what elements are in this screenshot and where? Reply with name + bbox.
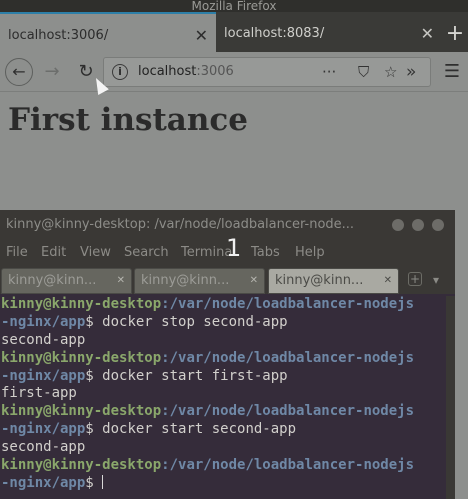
command-text: docker stop second-app <box>93 313 288 330</box>
terminal-tab-1[interactable]: kinny@kinn... ✕ <box>1 268 132 294</box>
forward-arrow-icon[interactable]: → <box>38 58 66 86</box>
page-heading: First instance <box>8 102 248 138</box>
text-cursor <box>102 474 104 489</box>
menu-file[interactable]: File <box>6 240 28 266</box>
browser-tab-localhost-8083[interactable]: localhost:8083/ ✕ <box>216 12 442 52</box>
menu-tabs[interactable]: Tabs <box>251 240 280 266</box>
add-tab-icon[interactable]: + <box>408 272 422 286</box>
browser-title-bar: Mozilla Firefox <box>0 0 468 12</box>
url-text[interactable]: localhost:3006 <box>138 58 234 86</box>
prompt-line: -nginx/app$ docker stop second-app <box>1 313 288 330</box>
overflow-chevron-icon[interactable]: » <box>406 58 416 86</box>
terminal-scrollbar[interactable] <box>446 296 455 499</box>
minimize-icon[interactable] <box>392 219 404 231</box>
browser-navigation-bar: ← → ↻ i localhost:3006 ··· ⛉ ☆ » ☰ <box>0 52 468 92</box>
close-window-icon[interactable] <box>432 219 444 231</box>
menu-view[interactable]: View <box>80 240 111 266</box>
bookmark-star-icon[interactable]: ☆ <box>384 58 397 86</box>
close-icon[interactable]: ✕ <box>250 269 258 293</box>
prompt-line: kinny@kinny-desktop:/var/node/loadbalanc… <box>1 403 415 420</box>
prompt-line: -nginx/app$ docker start first-app <box>1 367 288 384</box>
command-text: docker start first-app <box>93 367 288 384</box>
url-bar[interactable]: i localhost:3006 ··· ⛉ ☆ » <box>103 57 431 87</box>
close-icon[interactable]: ✕ <box>117 269 125 293</box>
command-text: docker start second-app <box>93 421 297 438</box>
output-line: first-app <box>1 385 77 402</box>
browser-tab-strip: localhost:3006/ ✕ localhost:8083/ ✕ <box>0 12 468 52</box>
page-actions-icon[interactable]: ··· <box>322 58 336 86</box>
prompt-line: kinny@kinny-desktop:/var/node/loadbalanc… <box>1 296 415 312</box>
menu-search[interactable]: Search <box>124 240 169 266</box>
prompt-line: -nginx/app$ docker start second-app <box>1 421 297 438</box>
close-icon[interactable]: ✕ <box>421 12 434 56</box>
terminal-output[interactable]: kinny@kinny-desktop:/var/node/loadbalanc… <box>0 296 440 499</box>
workspace-number: 1 <box>226 234 242 262</box>
output-line: second-app <box>1 331 86 348</box>
browser-window-title: Mozilla Firefox <box>191 0 277 12</box>
new-tab-button[interactable]: + <box>442 12 468 52</box>
prompt-line: kinny@kinny-desktop:/var/node/loadbalanc… <box>1 349 415 366</box>
output-line: second-app <box>1 439 86 456</box>
terminal-window: kinny@kinny-desktop: /var/node/loadbalan… <box>0 210 455 499</box>
browser-tab-label: localhost:8083/ <box>224 26 325 41</box>
back-arrow-icon[interactable]: ← <box>5 58 33 86</box>
terminal-tab-strip: kinny@kinn... ✕ kinny@kinn... ✕ kinny@ki… <box>0 266 455 294</box>
pocket-icon[interactable]: ⛉ <box>358 58 369 86</box>
terminal-tab-2[interactable]: kinny@kinn... ✕ <box>134 268 265 294</box>
menu-help[interactable]: Help <box>295 240 325 266</box>
terminal-title: kinny@kinny-desktop: /var/node/loadbalan… <box>6 217 355 232</box>
maximize-icon[interactable] <box>412 219 424 231</box>
terminal-tab-3[interactable]: kinny@kinn... ✕ <box>268 268 399 294</box>
browser-tab-localhost-3006[interactable]: localhost:3006/ ✕ <box>0 12 216 52</box>
active-prompt-line[interactable]: -nginx/app$ <box>1 474 440 493</box>
hamburger-menu-icon[interactable]: ☰ <box>440 58 464 86</box>
prompt-line: kinny@kinny-desktop:/var/node/loadbalanc… <box>1 457 415 474</box>
site-info-icon[interactable]: i <box>112 64 128 80</box>
tab-list-chevron-icon[interactable]: ▾ <box>433 273 439 287</box>
menu-edit[interactable]: Edit <box>41 240 66 266</box>
browser-tab-label: localhost:3006/ <box>8 28 109 43</box>
close-icon[interactable]: ✕ <box>384 269 392 293</box>
